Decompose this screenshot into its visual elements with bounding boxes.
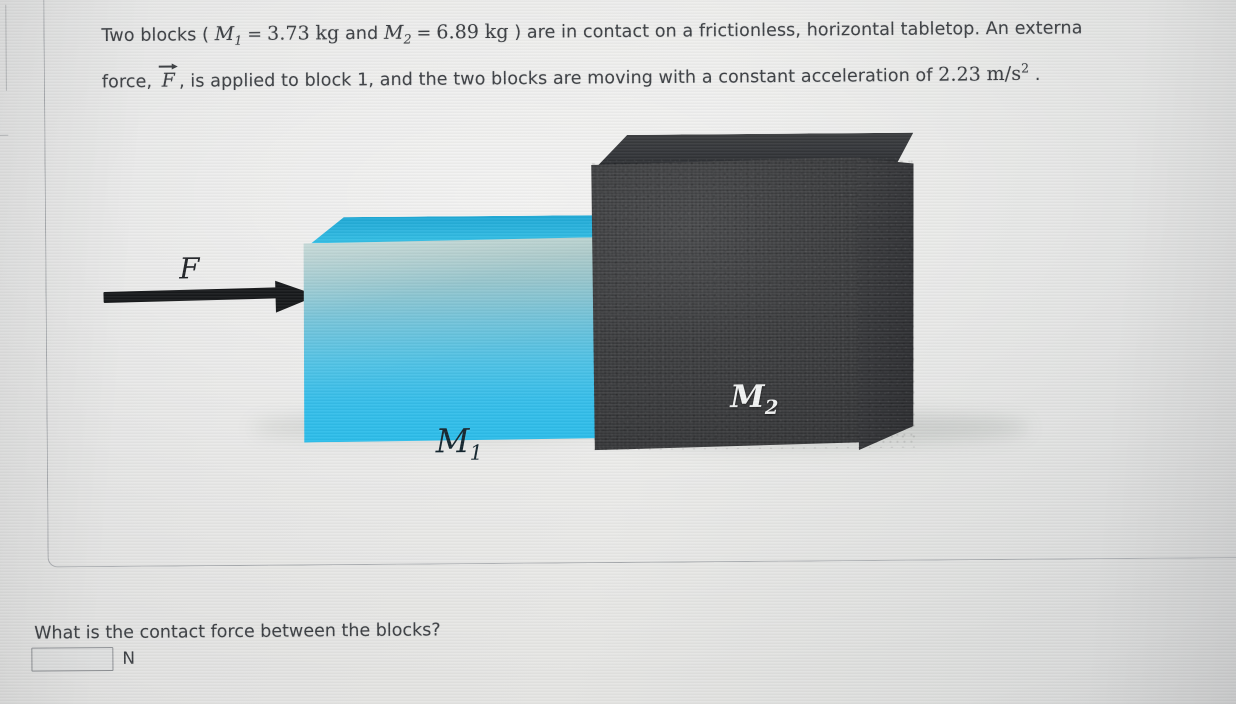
screenshot-root: Two blocks ( M1 = 3.73 kg and M2 = 6.89 kg )… [0, 0, 1236, 704]
acceleration-unit: m/s2 [986, 60, 1030, 86]
m2-unit: kg [484, 20, 509, 44]
statement-text-pre: Two blocks ( [101, 25, 215, 47]
force-arrow: F [103, 251, 323, 324]
m2-symbol: M2 [383, 21, 412, 47]
m2-equals: = [416, 23, 432, 44]
block-m2-side-face [856, 155, 915, 450]
statement-text-post: ) are in contact on a frictionless, hori… [508, 18, 1083, 43]
m1-symbol: M1 [214, 23, 243, 48]
physics-figure: F M1 M2 [0, 105, 1236, 475]
answer-row: N [31, 646, 136, 672]
force-arrow-label: F [179, 251, 200, 286]
block-m1-front-face [299, 237, 601, 442]
m1-value: 3.73 [266, 22, 310, 45]
m1-equals: = [247, 24, 263, 45]
block-m1: M1 [299, 215, 601, 465]
statement-force-pre: force, [101, 71, 158, 93]
m2-value: 6.89 [436, 21, 480, 44]
m1-unit: kg [315, 22, 340, 45]
block-m2-front-face [588, 157, 862, 450]
block-m2-label: M2 [730, 378, 779, 420]
statement-force-post: . [1029, 65, 1041, 86]
block-m1-label: M1 [435, 421, 483, 465]
block-m2: M2 [588, 133, 915, 451]
statement-conjunction: and [339, 23, 385, 45]
tilted-page-layer: Two blocks ( M1 = 3.73 kg and M2 = 6.89 kg )… [0, 0, 1236, 704]
force-vector-symbol: F [158, 70, 179, 92]
contact-force-answer-input[interactable] [31, 646, 114, 672]
vector-arrow-icon [159, 61, 178, 70]
acceleration-value: 2.23 [938, 63, 982, 86]
left-frame-rule-outer [5, 4, 7, 91]
arrow-shaft-icon [103, 287, 286, 304]
question-prompt: What is the contact force between the bl… [34, 620, 441, 644]
answer-unit-label: N [122, 648, 136, 669]
